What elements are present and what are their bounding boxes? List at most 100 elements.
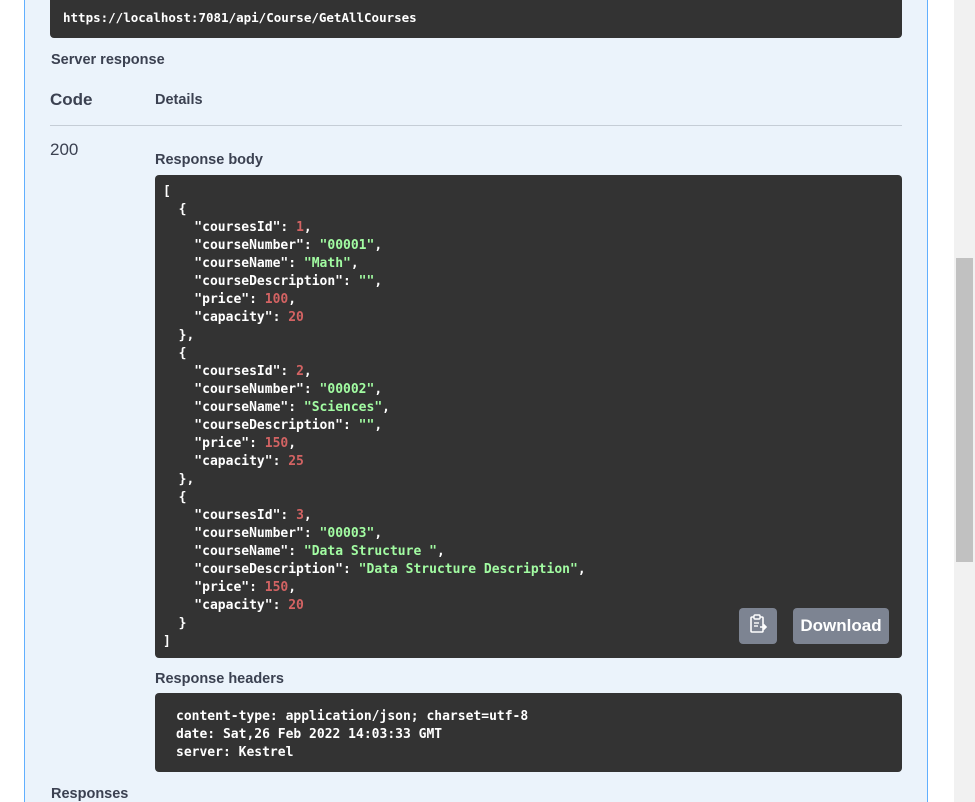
json-line: "courseName": "Sciences", bbox=[163, 399, 586, 417]
json-token: : bbox=[249, 292, 265, 307]
server-response-label: Server response bbox=[51, 52, 165, 68]
json-line: "courseNumber": "00003", bbox=[163, 525, 586, 543]
json-line: "coursesId": 1, bbox=[163, 219, 586, 237]
json-token: , bbox=[374, 382, 383, 397]
json-token: "courseDescription" bbox=[163, 562, 344, 577]
json-line: "capacity": 25 bbox=[163, 453, 586, 471]
json-token: , bbox=[350, 256, 359, 271]
json-line: "capacity": 20 bbox=[163, 309, 586, 327]
json-token: "courseName" bbox=[163, 544, 289, 559]
response-header-line: content-type: application/json; charset=… bbox=[176, 709, 529, 724]
json-token: "capacity" bbox=[163, 598, 273, 613]
json-line: "coursesId": 3, bbox=[163, 507, 586, 525]
json-line: } bbox=[163, 615, 586, 633]
json-token: 150 bbox=[264, 580, 289, 595]
json-token: , bbox=[382, 400, 390, 415]
page-right-margin bbox=[928, 0, 954, 802]
response-body-label: Response body bbox=[155, 152, 263, 168]
json-token: "coursesId" bbox=[163, 508, 281, 523]
json-line: [ bbox=[163, 183, 586, 201]
json-line: "capacity": 20 bbox=[163, 597, 586, 615]
json-line: }, bbox=[163, 327, 586, 345]
json-token: , bbox=[303, 220, 312, 235]
json-line: "courseDescription": "", bbox=[163, 273, 586, 291]
json-token: } bbox=[163, 616, 187, 631]
json-line: "courseDescription": "", bbox=[163, 417, 586, 435]
json-line: { bbox=[163, 345, 586, 363]
json-token: }, bbox=[163, 328, 195, 343]
table-divider bbox=[50, 125, 902, 126]
response-status-code: 200 bbox=[50, 140, 79, 159]
json-token: : bbox=[288, 400, 304, 415]
json-token: : bbox=[303, 238, 320, 253]
json-token: , bbox=[374, 274, 383, 289]
json-token: 20 bbox=[288, 310, 304, 325]
json-token: , bbox=[374, 526, 383, 541]
json-token: "courseNumber" bbox=[163, 382, 304, 397]
json-token: 2 bbox=[296, 364, 304, 379]
json-token: ] bbox=[163, 634, 171, 649]
json-token: "courseName" bbox=[163, 400, 289, 415]
json-token: "courseNumber" bbox=[163, 526, 304, 541]
json-token: , bbox=[303, 364, 312, 379]
json-line: "price": 100, bbox=[163, 291, 586, 309]
json-token: "capacity" bbox=[163, 310, 273, 325]
json-token: : bbox=[343, 562, 359, 577]
json-token: : bbox=[272, 310, 289, 325]
page-left-margin bbox=[0, 0, 24, 802]
json-token: : bbox=[288, 544, 304, 559]
json-line: }, bbox=[163, 471, 586, 489]
json-token: "price" bbox=[163, 580, 250, 595]
json-token: { bbox=[163, 202, 187, 217]
json-token: , bbox=[288, 580, 297, 595]
json-token: 1 bbox=[296, 220, 304, 235]
json-token: : bbox=[249, 436, 265, 451]
json-line: ] bbox=[163, 633, 586, 651]
json-line: { bbox=[163, 201, 586, 219]
json-token: "courseDescription" bbox=[163, 418, 344, 433]
scrollbar-thumb[interactable] bbox=[956, 258, 973, 562]
request-url[interactable]: https://localhost:7081/api/Course/GetAll… bbox=[63, 10, 417, 25]
response-header-line: server: Kestrel bbox=[176, 745, 294, 760]
json-token: : bbox=[288, 256, 304, 271]
json-token: "courseDescription" bbox=[163, 274, 344, 289]
json-token: : bbox=[303, 526, 320, 541]
json-token: , bbox=[288, 292, 297, 307]
json-token: "00003" bbox=[319, 526, 375, 541]
json-line: "courseNumber": "00001", bbox=[163, 237, 586, 255]
response-body-box: [ { "coursesId": 1, "courseNumber": "000… bbox=[155, 175, 902, 658]
json-token: , bbox=[374, 238, 383, 253]
response-headers-box: content-type: application/json; charset=… bbox=[155, 693, 902, 772]
json-token: : bbox=[272, 598, 289, 613]
download-button[interactable]: Download bbox=[793, 608, 889, 644]
json-token: { bbox=[163, 346, 187, 361]
json-line: "courseName": "Math", bbox=[163, 255, 586, 273]
json-line: "courseDescription": "Data Structure Des… bbox=[163, 561, 585, 579]
json-token: : bbox=[303, 382, 320, 397]
json-token: "00001" bbox=[319, 238, 375, 253]
json-token: : bbox=[280, 508, 297, 523]
json-token: : bbox=[343, 274, 359, 289]
json-token: "capacity" bbox=[163, 454, 273, 469]
json-token: "courseNumber" bbox=[163, 238, 304, 253]
json-token: "" bbox=[358, 418, 375, 433]
json-line: "price": 150, bbox=[163, 435, 586, 453]
json-line: "courseName": "Data Structure ", bbox=[163, 543, 586, 561]
json-line: { bbox=[163, 489, 586, 507]
json-token: "price" bbox=[163, 292, 250, 307]
json-token: "00002" bbox=[319, 382, 375, 397]
json-token: 100 bbox=[264, 292, 289, 307]
code-column-header: Code bbox=[50, 90, 93, 109]
json-token: : bbox=[280, 364, 297, 379]
json-token: , bbox=[436, 544, 445, 559]
json-token: }, bbox=[163, 472, 195, 487]
response-headers-label: Response headers bbox=[155, 671, 284, 687]
clipboard-icon bbox=[748, 613, 768, 640]
json-token: "courseName" bbox=[163, 256, 289, 271]
responses-section-label: Responses bbox=[51, 786, 129, 802]
copy-to-clipboard-button[interactable] bbox=[739, 608, 777, 644]
json-token: : bbox=[272, 454, 289, 469]
json-token: "Data Structure Description" bbox=[358, 562, 578, 577]
details-column-header: Details bbox=[155, 92, 203, 108]
json-token: "Sciences" bbox=[303, 400, 383, 415]
